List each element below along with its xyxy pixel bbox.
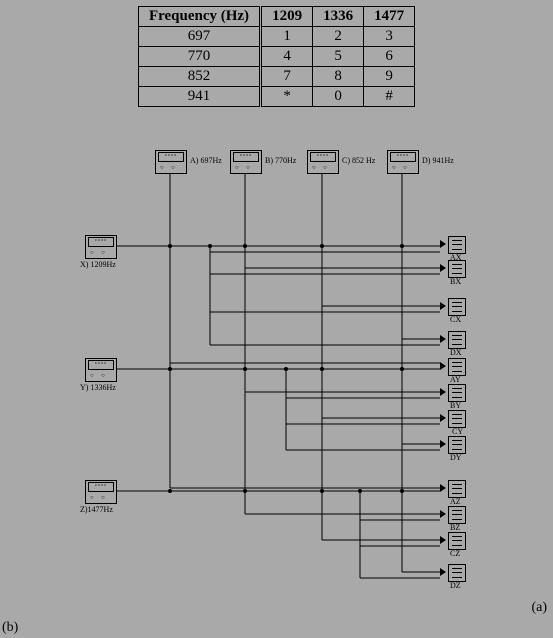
row-freq: 852 bbox=[138, 67, 260, 87]
cell: 3 bbox=[364, 27, 415, 47]
cell: # bbox=[364, 87, 415, 107]
cell: 7 bbox=[261, 67, 313, 87]
row-freq: 770 bbox=[138, 47, 260, 67]
header-col2: 1336 bbox=[313, 7, 364, 27]
row-freq: 941 bbox=[138, 87, 260, 107]
cell: 6 bbox=[364, 47, 415, 67]
caption-a: (a) bbox=[531, 600, 547, 616]
wiring-diagram bbox=[0, 140, 553, 600]
table-header-row: Frequency (Hz) 1209 1336 1477 bbox=[138, 7, 414, 27]
cell: * bbox=[261, 87, 313, 107]
row-freq: 697 bbox=[138, 27, 260, 47]
table-row: 852 7 8 9 bbox=[138, 67, 414, 87]
cell: 5 bbox=[313, 47, 364, 67]
cell: 2 bbox=[313, 27, 364, 47]
table-row: 770 4 5 6 bbox=[138, 47, 414, 67]
cell: 9 bbox=[364, 67, 415, 87]
header-col3: 1477 bbox=[364, 7, 415, 27]
dtmf-frequency-table: Frequency (Hz) 1209 1336 1477 697 1 2 3 … bbox=[138, 6, 415, 107]
cell: 0 bbox=[313, 87, 364, 107]
header-frequency: Frequency (Hz) bbox=[138, 7, 260, 27]
table-row: 697 1 2 3 bbox=[138, 27, 414, 47]
cell: 8 bbox=[313, 67, 364, 87]
header-col1: 1209 bbox=[261, 7, 313, 27]
cell: 1 bbox=[261, 27, 313, 47]
cell: 4 bbox=[261, 47, 313, 67]
dtmf-schematic: ▫▫▫▫○ ○ A) 697Hz ▫▫▫▫○ ○ B) 770Hz ▫▫▫▫○ … bbox=[0, 140, 553, 600]
table-row: 941 * 0 # bbox=[138, 87, 414, 107]
caption-b: (b) bbox=[2, 620, 18, 636]
